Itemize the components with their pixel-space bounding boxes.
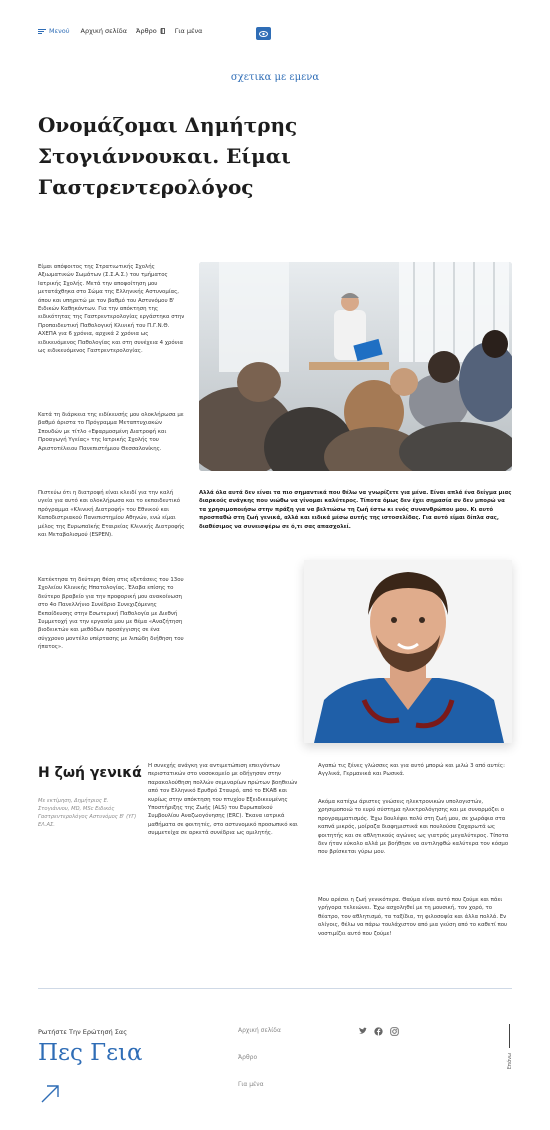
instagram-icon[interactable]	[390, 1027, 399, 1036]
life-section-title: Η ζωή γενικά	[38, 765, 142, 781]
life-right-paragraph-2: Ακόμα κατέχω άριστες γνώσεις ηλεκτρονικώ…	[318, 799, 509, 856]
page-title: Ονομάζομαι Δημήτρης Στογιάννουκαι. Είμαι…	[38, 113, 298, 199]
book-icon	[160, 28, 165, 34]
arrow-up-right-icon[interactable]	[40, 1084, 60, 1104]
social-links	[358, 1027, 399, 1036]
top-nav: Μενού Αρχική σελίδα Άρθρο Για μένα	[38, 27, 211, 35]
signature-meta: Με εκτίμηση, Δημήτριος Ε. Στογιάννου, MD…	[38, 798, 137, 828]
nav-link-article[interactable]: Άρθρο	[136, 27, 166, 35]
twitter-icon[interactable]	[358, 1027, 367, 1036]
menu-button[interactable]: Μενού	[38, 27, 70, 35]
facebook-icon[interactable]	[374, 1027, 383, 1036]
bio-paragraph-3: Πιστεύω ότι η διατροφή είναι κλειδί για …	[38, 490, 185, 539]
highlight-paragraph: Αλλά όλα αυτά δεν είναι τα πιο σημαντικά…	[199, 490, 512, 530]
bio-paragraph-1: Είμαι απόφοιτος της Στρατιωτικής Σχολής …	[38, 264, 185, 355]
footer-divider	[38, 988, 512, 989]
doctor-portrait	[304, 560, 512, 743]
footer-link-home[interactable]: Αρχική σελίδα	[238, 1027, 281, 1054]
back-to-top[interactable]: Επάνω	[504, 1024, 514, 1074]
hamburger-icon	[38, 28, 46, 34]
bio-paragraph-2: Κατά τη διάρκεια της ειδίκευσής μου ολοκ…	[38, 412, 184, 452]
footer-link-about[interactable]: Για μένα	[238, 1081, 281, 1108]
back-to-top-label: Επάνω	[507, 1052, 514, 1070]
menu-label: Μενού	[49, 27, 70, 35]
life-right-paragraph-1: Αγαπώ τις ξένες γλώσσες και για αυτό μπο…	[318, 763, 505, 778]
nav-link-about[interactable]: Για μένα	[175, 27, 203, 35]
nav-link-article-label: Άρθρο	[135, 27, 157, 35]
bio-paragraph-4: Κατέκτησα τη δεύτερη θέση στις εξετάσεις…	[38, 577, 184, 651]
life-middle-paragraph: Η συνεχής ανάγκη για αντιμετώπιση επειγό…	[148, 763, 298, 837]
section-eyebrow: σχετικα με εμενα	[230, 72, 320, 83]
life-right-paragraph-3: Μου αρέσει η ζωή γενικότερα. Θαύμα είναι…	[318, 897, 508, 937]
footer-link-article[interactable]: Άρθρο	[238, 1054, 281, 1081]
footer-links: Αρχική σελίδα Άρθρο Για μένα	[238, 1027, 281, 1108]
accessibility-button[interactable]	[256, 27, 271, 40]
ask-question-label: Ρωτήστε Την Ερώτησή Σας	[38, 1028, 128, 1036]
lecture-photo	[199, 262, 512, 471]
eye-icon	[259, 30, 268, 37]
say-hello-link[interactable]: Πες Γεια	[38, 1040, 143, 1066]
up-arrow-icon	[509, 1024, 510, 1048]
nav-link-home[interactable]: Αρχική σελίδα	[81, 27, 127, 35]
